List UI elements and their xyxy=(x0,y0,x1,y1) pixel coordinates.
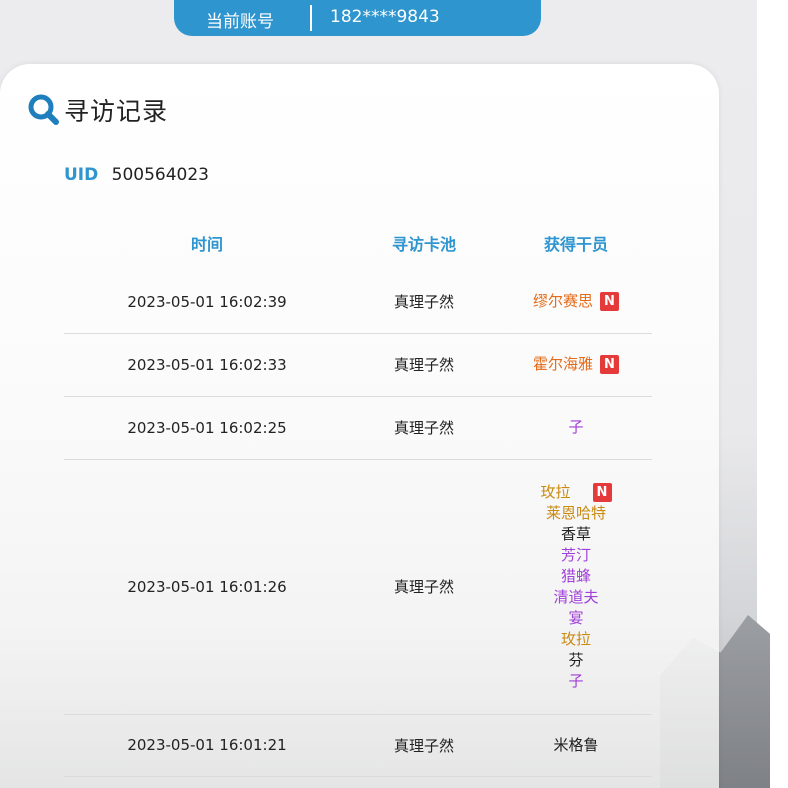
operator-entry: 宴 xyxy=(568,608,583,629)
operator-entry: 子 xyxy=(568,417,583,438)
operator-name: 子 xyxy=(568,418,584,436)
operator-entry: 霍尔海雅 N xyxy=(533,354,619,375)
operator-name: 玫拉 xyxy=(540,482,571,501)
cell-time: 2023-05-01 16:01:26 xyxy=(127,577,287,596)
search-icon xyxy=(26,92,62,128)
new-badge: N xyxy=(592,482,612,502)
table-row: 2023-05-01 16:01:21 真理子然 米格鲁 xyxy=(64,714,652,777)
uid-label: UID xyxy=(64,165,99,185)
operator-entry: 芳汀 xyxy=(561,545,591,566)
title-row: 寻访记录 xyxy=(26,92,168,128)
cell-pool: 真理子然 xyxy=(393,736,454,755)
operator-entry: 猎蜂 xyxy=(561,566,591,587)
operator-entry: 子 xyxy=(568,671,583,692)
gacha-record-card: 寻访记录 UID 500564023 时间 寻访卡池 获得干员 2023-05-… xyxy=(0,64,719,788)
account-label: 当前账号 xyxy=(206,12,274,32)
operator-name: 霍尔海雅 xyxy=(532,355,593,373)
operator-name: 芬 xyxy=(568,650,584,669)
operator-name: 玫拉 xyxy=(560,629,591,648)
cell-operators: 米格鲁 xyxy=(516,714,636,776)
operator-name: 香草 xyxy=(560,524,591,543)
new-badge: N xyxy=(600,355,619,374)
table-row: 2023-05-01 16:01:26 真理子然 玫拉 N 莱恩哈特 香草 芳汀 猎蜂 清道夫宴… xyxy=(64,459,652,715)
uid-row: UID 500564023 xyxy=(64,165,209,185)
cell-time: 2023-05-01 16:02:33 xyxy=(127,355,287,374)
operator-entry: 玫拉 xyxy=(561,629,591,650)
operator-name: 米格鲁 xyxy=(553,735,599,754)
cell-time: 2023-05-01 16:02:39 xyxy=(127,292,287,311)
page-title: 寻访记录 xyxy=(64,97,169,126)
cell-time: 2023-05-01 16:01:21 xyxy=(127,736,287,754)
account-separator xyxy=(310,5,312,31)
new-badge: N xyxy=(600,292,619,311)
column-header-pool: 寻访卡池 xyxy=(391,235,456,254)
cell-pool: 真理子然 xyxy=(393,578,454,596)
account-pill: 当前账号 182****9843 xyxy=(174,0,541,36)
table-row: 2023-05-01 16:02:33 真理子然 霍尔海雅 N xyxy=(64,333,652,397)
cell-pool: 真理子然 xyxy=(393,293,454,311)
table-row: 2023-05-01 16:02:39 真理子然 缪尔赛思 N xyxy=(64,270,652,334)
operator-entry: 米格鲁 xyxy=(553,735,598,756)
cell-operators: 玫拉 N 莱恩哈特 香草 芳汀 猎蜂 清道夫宴玫拉芬子 xyxy=(516,459,636,714)
operator-entry: 玫拉 N xyxy=(540,482,612,503)
uid-value: 500564023 xyxy=(111,165,209,185)
operator-entry: 缪尔赛思 N xyxy=(533,291,619,312)
operator-name: 宴 xyxy=(568,608,584,627)
cell-operators: 缪尔赛思 N xyxy=(516,270,636,333)
table-row: 2023-05-01 16:02:25 真理子然 子 xyxy=(64,396,652,460)
account-value: 182****9843 xyxy=(330,7,440,27)
operator-name: 猎蜂 xyxy=(560,566,591,585)
column-header-time: 时间 xyxy=(190,235,223,254)
column-header-operators: 获得干员 xyxy=(543,235,608,254)
cell-time: 2023-05-01 16:02:25 xyxy=(127,418,287,437)
cell-pool: 真理子然 xyxy=(393,419,454,437)
operator-entry: 清道夫 xyxy=(553,587,598,608)
operator-entry: 莱恩哈特 xyxy=(546,503,606,524)
operator-entry: 芬 xyxy=(568,650,583,671)
cell-pool: 真理子然 xyxy=(393,356,454,374)
operator-entry: 香草 xyxy=(561,524,591,545)
operator-name: 缪尔赛思 xyxy=(532,292,593,310)
cell-operators: 子 xyxy=(516,396,636,459)
operator-name: 子 xyxy=(568,671,584,690)
operator-name: 芳汀 xyxy=(560,545,591,564)
cell-operators: 霍尔海雅 N xyxy=(516,333,636,396)
operator-name: 莱恩哈特 xyxy=(545,503,606,522)
operator-name: 清道夫 xyxy=(553,587,599,606)
